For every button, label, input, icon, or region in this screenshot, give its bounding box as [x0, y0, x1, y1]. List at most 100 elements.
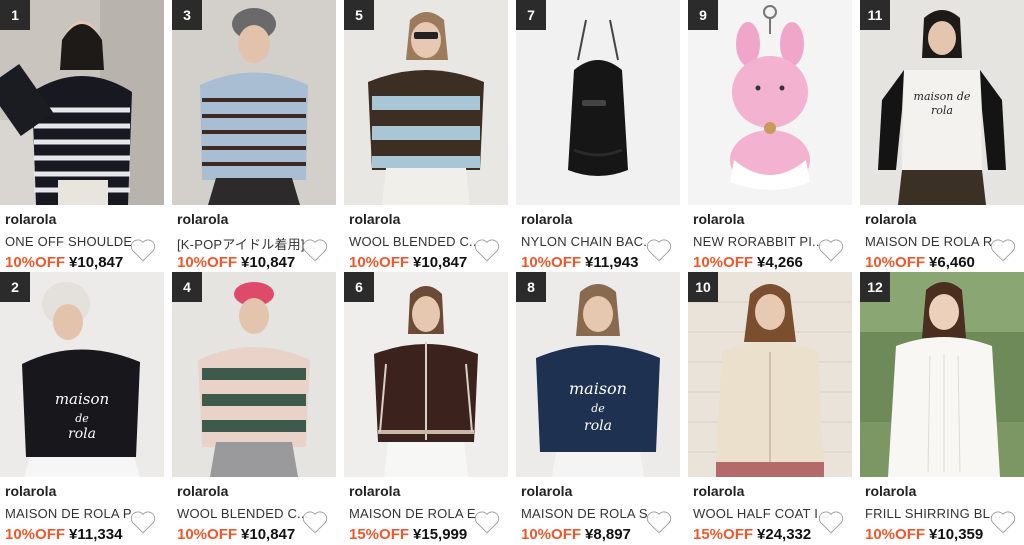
brand-name: rolarola: [865, 483, 917, 499]
product-card[interactable]: 7 rolarola NYLON CHAIN BAC... 10%OFF ¥11,…: [516, 0, 680, 272]
discount-label: 15%OFF: [349, 526, 410, 543]
price-row: 15%OFF ¥15,999: [349, 526, 467, 543]
svg-text:de: de: [75, 412, 89, 425]
svg-text:rola: rola: [584, 418, 612, 434]
brand-name: rolarola: [177, 211, 229, 227]
price-row: 15%OFF ¥24,332: [693, 526, 811, 543]
heart-icon[interactable]: [818, 238, 844, 262]
product-image[interactable]: [344, 0, 508, 205]
svg-text:rola: rola: [931, 104, 953, 117]
svg-text:maison de: maison de: [914, 90, 971, 103]
rank-badge: 4: [172, 272, 202, 302]
heart-icon[interactable]: [646, 510, 672, 534]
discount-label: 10%OFF: [865, 526, 926, 543]
product-card[interactable]: maison de rola 11 rolarola MAISON DE ROL…: [860, 0, 1024, 272]
discount-label: 10%OFF: [521, 254, 582, 271]
product-card[interactable]: 9 rolarola NEW RORABBIT PI... 10%OFF ¥4,2…: [688, 0, 852, 272]
heart-icon[interactable]: [818, 510, 844, 534]
product-card[interactable]: 4 rolarola WOOL BLENDED C... 10%OFF ¥10,8…: [172, 272, 336, 544]
rank-badge: 7: [516, 0, 546, 30]
product-card[interactable]: 1 rolarola ONE OFF SHOULDE... 10%OFF ¥10,…: [0, 0, 164, 272]
price-row: 10%OFF ¥10,847: [5, 254, 123, 271]
heart-icon[interactable]: [646, 238, 672, 262]
price-value: ¥8,897: [585, 526, 631, 543]
brand-name: rolarola: [5, 211, 57, 227]
product-card[interactable]: 6 rolarola MAISON DE ROLA E... 15%OFF ¥15…: [344, 272, 508, 544]
discount-label: 10%OFF: [865, 254, 926, 271]
product-card[interactable]: 10 rolarola WOOL HALF COAT I... 15%OFF ¥2…: [688, 272, 852, 544]
product-image[interactable]: maison de rola: [860, 0, 1024, 205]
product-card[interactable]: 5 rolarola WOOL BLENDED C... 10%OFF ¥10,8…: [344, 0, 508, 272]
rank-badge: 2: [0, 272, 30, 302]
price-value: ¥24,332: [757, 526, 812, 543]
price-row: 10%OFF ¥8,897: [521, 526, 631, 543]
heart-icon[interactable]: [474, 238, 500, 262]
price-row: 10%OFF ¥11,334: [5, 526, 122, 543]
brand-name: rolarola: [349, 211, 401, 227]
heart-icon[interactable]: [130, 238, 156, 262]
rank-badge: 6: [344, 272, 374, 302]
brand-name: rolarola: [521, 483, 573, 499]
product-image[interactable]: maison de rola: [0, 272, 164, 477]
product-card[interactable]: maison de rola 8 rolarola MAISON DE ROLA…: [516, 272, 680, 544]
heart-icon[interactable]: [474, 510, 500, 534]
product-image[interactable]: [860, 272, 1024, 477]
price-row: 10%OFF ¥10,847: [177, 526, 295, 543]
rank-badge: 8: [516, 272, 546, 302]
rank-badge: 11: [860, 0, 890, 30]
price-value: ¥10,359: [929, 526, 984, 543]
rank-badge: 10: [688, 272, 718, 302]
product-card[interactable]: 12 rolarola FRILL SHIRRING BL... 10%OFF ¥…: [860, 272, 1024, 544]
svg-text:de: de: [591, 402, 605, 415]
product-image[interactable]: [688, 0, 852, 205]
brand-name: rolarola: [693, 483, 745, 499]
price-row: 10%OFF ¥10,847: [349, 254, 467, 271]
price-value: ¥4,266: [757, 254, 803, 271]
price-value: ¥11,334: [69, 526, 123, 543]
svg-text:maison: maison: [55, 390, 109, 408]
price-row: 10%OFF ¥11,943: [521, 254, 638, 271]
product-image[interactable]: [516, 0, 680, 205]
heart-icon[interactable]: [302, 238, 328, 262]
brand-name: rolarola: [865, 211, 917, 227]
svg-text:maison: maison: [569, 379, 627, 398]
price-row: 10%OFF ¥10,847: [177, 254, 295, 271]
rank-badge: 9: [688, 0, 718, 30]
product-image[interactable]: [172, 272, 336, 477]
discount-label: 10%OFF: [177, 526, 238, 543]
price-row: 10%OFF ¥6,460: [865, 254, 975, 271]
heart-icon[interactable]: [130, 510, 156, 534]
product-card[interactable]: 3 rolarola [K-POPアイドル着用]... 10%OFF ¥10,84…: [172, 0, 336, 272]
discount-label: 10%OFF: [5, 254, 66, 271]
brand-name: rolarola: [349, 483, 401, 499]
price-row: 10%OFF ¥4,266: [693, 254, 803, 271]
product-card[interactable]: maison de rola 2 rolarola MAISON DE ROLA…: [0, 272, 164, 544]
product-image[interactable]: [172, 0, 336, 205]
brand-name: rolarola: [693, 211, 745, 227]
product-grid: 1 rolarola ONE OFF SHOULDE... 10%OFF ¥10,…: [0, 0, 1024, 545]
product-image[interactable]: maison de rola: [516, 272, 680, 477]
product-image[interactable]: [0, 0, 164, 205]
price-value: ¥10,847: [413, 254, 468, 271]
discount-label: 10%OFF: [521, 526, 582, 543]
rank-badge: 12: [860, 272, 890, 302]
price-value: ¥10,847: [241, 526, 296, 543]
price-value: ¥6,460: [929, 254, 975, 271]
brand-name: rolarola: [521, 211, 573, 227]
rank-badge: 5: [344, 0, 374, 30]
discount-label: 10%OFF: [693, 254, 754, 271]
svg-text:rola: rola: [68, 426, 96, 442]
brand-name: rolarola: [177, 483, 229, 499]
brand-name: rolarola: [5, 483, 57, 499]
discount-label: 10%OFF: [5, 526, 66, 543]
heart-icon[interactable]: [990, 238, 1016, 262]
product-image[interactable]: [344, 272, 508, 477]
discount-label: 15%OFF: [693, 526, 754, 543]
heart-icon[interactable]: [990, 510, 1016, 534]
heart-icon[interactable]: [302, 510, 328, 534]
product-image[interactable]: [688, 272, 852, 477]
rank-badge: 3: [172, 0, 202, 30]
price-value: ¥11,943: [585, 254, 639, 271]
discount-label: 10%OFF: [177, 254, 238, 271]
price-value: ¥15,999: [413, 526, 468, 543]
